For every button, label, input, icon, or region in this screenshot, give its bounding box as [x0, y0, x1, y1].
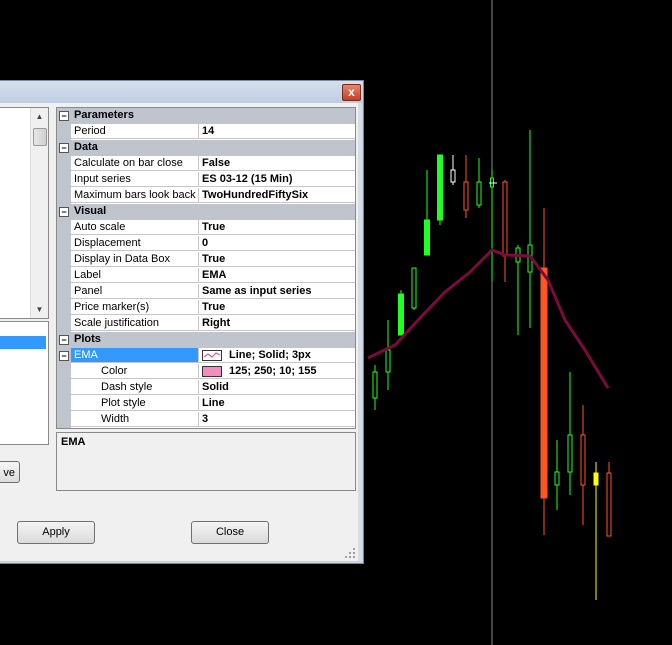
- candle-body: [554, 471, 560, 486]
- property-displacement[interactable]: Displacement 0: [57, 236, 355, 252]
- color-swatch: [202, 365, 222, 377]
- candle-body: [424, 219, 430, 256]
- property-period[interactable]: Period 14: [57, 124, 355, 140]
- property-width[interactable]: Width 3: [57, 412, 355, 428]
- candle-body: [385, 349, 391, 373]
- candle-body: [476, 181, 482, 206]
- collapse-icon[interactable]: −: [59, 335, 69, 345]
- indicator-list[interactable]: ▲ ▼: [0, 107, 49, 319]
- candle-body: [398, 293, 404, 336]
- property-ema-plot[interactable]: − EMA Line; Solid; 3px: [57, 348, 355, 364]
- property-price-marker[interactable]: Price marker(s) True: [57, 300, 355, 316]
- property-display-in-data-box[interactable]: Display in Data Box True: [57, 252, 355, 268]
- candle-body: [580, 434, 586, 486]
- candle-body: [450, 169, 456, 183]
- category-data[interactable]: − Data: [57, 140, 355, 156]
- list-item-selected[interactable]: [0, 336, 46, 349]
- remove-button[interactable]: ve: [0, 461, 20, 483]
- scroll-up-icon[interactable]: ▲: [31, 108, 48, 125]
- property-auto-scale[interactable]: Auto scale True: [57, 220, 355, 236]
- property-description: EMA: [56, 432, 356, 491]
- property-scale-justification[interactable]: Scale justification Right: [57, 316, 355, 332]
- applied-indicators-list[interactable]: [0, 321, 49, 445]
- property-input-series[interactable]: Input series ES 03-12 (15 Min): [57, 172, 355, 188]
- dialog-client: ▲ ▼ ve − Parameters Period 14 − Data Cal…: [0, 103, 358, 561]
- candle-body: [437, 154, 443, 221]
- collapse-icon[interactable]: −: [59, 111, 69, 121]
- property-maximum-bars-look-back[interactable]: Maximum bars look back TwoHundredFiftySi…: [57, 188, 355, 204]
- property-dash-style[interactable]: Dash style Solid: [57, 380, 355, 396]
- category-visual[interactable]: − Visual: [57, 204, 355, 220]
- property-grid: − Parameters Period 14 − Data Calculate …: [56, 107, 356, 429]
- scroll-thumb[interactable]: [33, 128, 47, 146]
- apply-button[interactable]: Apply: [17, 521, 95, 544]
- category-parameters[interactable]: − Parameters: [57, 108, 355, 124]
- resize-grip-icon[interactable]: [344, 547, 356, 559]
- property-color[interactable]: Color 125; 250; 10; 155: [57, 364, 355, 380]
- candle-body: [606, 472, 612, 537]
- list-scrollbar[interactable]: ▲ ▼: [30, 108, 48, 318]
- collapse-icon[interactable]: −: [59, 207, 69, 217]
- close-button[interactable]: Close: [191, 521, 269, 544]
- candle-body: [372, 371, 378, 399]
- candle-body: [502, 181, 508, 257]
- dialog-border: [358, 103, 362, 561]
- collapse-icon[interactable]: −: [59, 351, 69, 361]
- candle-body: [540, 267, 548, 499]
- property-calculate-on-bar-close[interactable]: Calculate on bar close False: [57, 156, 355, 172]
- candle-body: [463, 181, 469, 211]
- property-panel[interactable]: Panel Same as input series: [57, 284, 355, 300]
- period-value[interactable]: 14: [199, 124, 355, 139]
- category-plots[interactable]: − Plots: [57, 332, 355, 348]
- collapse-icon[interactable]: −: [59, 143, 69, 153]
- candle-body: [567, 434, 573, 473]
- candle-body: [593, 472, 599, 486]
- property-label[interactable]: Label EMA: [57, 268, 355, 284]
- scroll-down-icon[interactable]: ▼: [31, 301, 48, 318]
- candle-body: [411, 267, 417, 309]
- property-plot-style[interactable]: Plot style Line: [57, 396, 355, 412]
- indicator-dialog: x ▲ ▼ ve − Parameters Period 14 − Data C…: [0, 80, 364, 564]
- close-icon[interactable]: x: [342, 84, 361, 101]
- plot-preview-icon: [202, 349, 222, 361]
- dialog-titlebar: [0, 81, 362, 103]
